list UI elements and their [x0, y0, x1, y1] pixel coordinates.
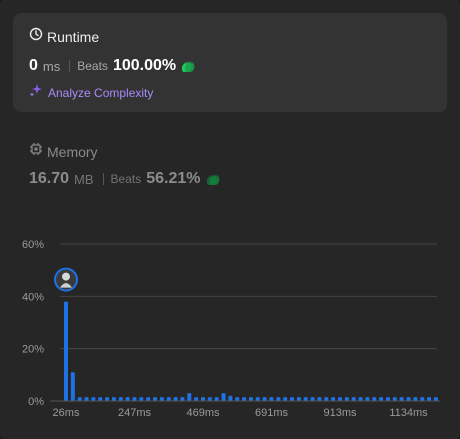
clap-icon [205, 172, 221, 186]
runtime-stats: 0 ms Beats 100.00% [29, 57, 196, 75]
chart-bar [365, 397, 370, 401]
x-tick-label: 247ms [118, 407, 152, 419]
chart-bar [132, 397, 137, 401]
analyze-complexity-link[interactable]: Analyze Complexity [29, 83, 153, 102]
chart-bar [180, 397, 185, 401]
y-tick-label: 40% [22, 291, 44, 303]
chart-bar [427, 397, 432, 401]
chart-bar [111, 397, 116, 401]
memory-title: Memory [47, 143, 98, 160]
runtime-value: 0 [29, 57, 38, 74]
chart-bar [194, 397, 199, 401]
chart-bar [91, 397, 96, 401]
runtime-beats-label: Beats [77, 59, 108, 73]
chart-bar [262, 397, 267, 401]
chart-bar [221, 393, 226, 401]
runtime-unit: ms [42, 58, 61, 74]
chart-bar [385, 397, 390, 401]
chart-bar [413, 397, 418, 401]
chart-bar [214, 397, 219, 401]
avatar-head [62, 272, 70, 281]
y-tick-label: 0% [28, 396, 44, 408]
runtime-header: Runtime [29, 27, 99, 46]
chart-bar [406, 397, 411, 401]
chart-bar [146, 397, 151, 401]
x-tick-label: 1134ms [389, 407, 428, 419]
chart-bar [290, 397, 295, 401]
chart-bar [153, 397, 158, 401]
chart-bar [344, 397, 349, 401]
clock-icon [29, 27, 43, 46]
chart-svg: 60% 40% 20% 0% 26ms 247ms 469ms 691ms 913ms 1134m… [22, 239, 440, 419]
runtime-distribution-chart[interactable]: 60% 40% 20% 0% 26ms 247ms 469ms 691ms 913ms 1134m… [0, 230, 460, 430]
memory-header: Memory [29, 142, 98, 161]
chart-bar [420, 397, 425, 401]
x-tick-label: 26ms [53, 407, 80, 419]
chart-bar [324, 397, 329, 401]
chart-bar [64, 301, 68, 401]
chart-bar [338, 397, 342, 401]
memory-beats-pct: 56.21% [146, 170, 201, 187]
runtime-title: Runtime [47, 28, 100, 45]
chart-bar [173, 397, 178, 401]
chart-bar [283, 397, 288, 401]
chart-bar [105, 397, 110, 401]
chart-bar [242, 397, 247, 401]
chart-bar [201, 397, 205, 401]
chart-bar [433, 397, 438, 401]
chart-bar [84, 397, 89, 401]
chart-bar [310, 397, 315, 401]
memory-stats: 16.70 MB Beats 56.21% [29, 170, 221, 188]
chart-bar [118, 397, 123, 401]
chart-bar [159, 397, 164, 401]
chip-icon [29, 142, 43, 161]
memory-beats-label: Beats [110, 172, 142, 186]
chart-bar [248, 397, 253, 401]
analyze-complexity-label: Analyze Complexity [48, 85, 154, 100]
x-tick-label: 913ms [323, 407, 357, 419]
chart-bar [399, 397, 404, 401]
chart-bar [358, 397, 363, 401]
chart-bar [276, 397, 281, 401]
chart-bar [166, 397, 171, 401]
chart-bar [392, 397, 397, 401]
chart-bar [379, 397, 384, 401]
chart-bar [235, 397, 240, 401]
divider [102, 173, 104, 185]
chart-bar [372, 397, 377, 401]
chart-bar [303, 397, 308, 401]
chart-bar [77, 397, 82, 401]
memory-value: 16.70 [29, 170, 70, 187]
chart-bar [269, 397, 274, 401]
memory-card[interactable]: Memory 16.70 MB Beats 56.21% [13, 128, 447, 198]
chart-bar [207, 397, 212, 401]
divider [69, 60, 71, 72]
chart-bar [331, 397, 336, 401]
memory-unit: MB [74, 171, 94, 187]
sparkle-icon [29, 83, 43, 102]
chart-bar [125, 397, 130, 401]
x-tick-label: 469ms [186, 407, 220, 419]
y-tick-label: 60% [22, 239, 44, 251]
chart-bar [187, 393, 192, 401]
submission-detail-panel: Runtime 0 ms Beats 100.00% Analyze Compl… [0, 0, 460, 439]
chart-bar [317, 397, 322, 401]
clap-icon [180, 59, 196, 73]
chart-bar [70, 372, 75, 401]
runtime-beats-pct: 100.00% [112, 57, 177, 74]
y-tick-label: 20% [22, 344, 44, 356]
chart-bar [139, 397, 144, 401]
chart-bar [351, 397, 356, 401]
chart-bar [255, 397, 260, 401]
chart-bar [228, 395, 233, 401]
chart-bar [296, 397, 301, 401]
chart-bar [98, 397, 103, 401]
x-tick-label: 691ms [255, 407, 289, 419]
runtime-card[interactable]: Runtime 0 ms Beats 100.00% Analyze Compl… [13, 13, 447, 112]
